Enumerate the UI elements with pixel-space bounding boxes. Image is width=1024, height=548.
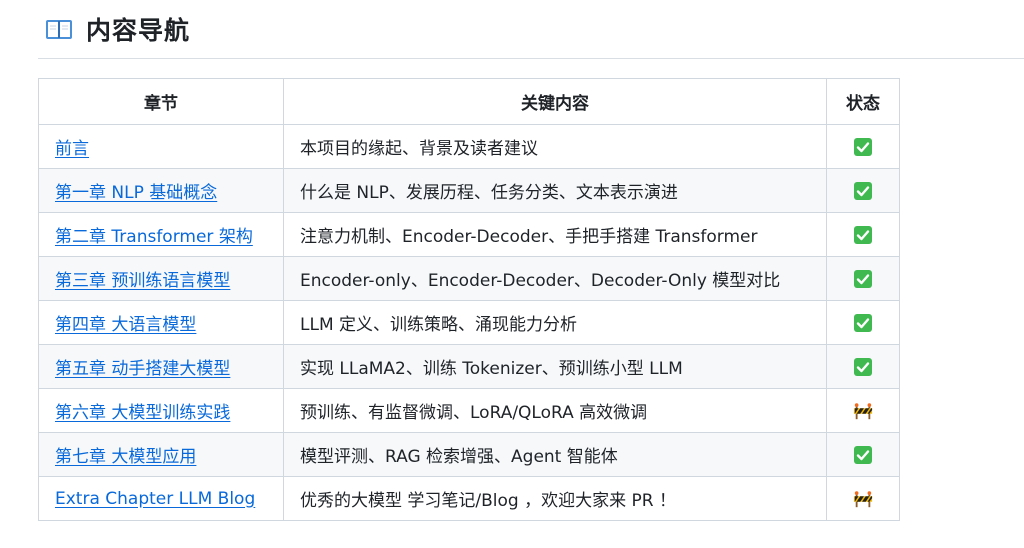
table-row: 第二章 Transformer 架构 注意力机制、Encoder-Decoder、… bbox=[38, 212, 900, 257]
open-book-icon bbox=[44, 14, 74, 44]
content-nav-table: 章节 关键内容 状态 前言 本项目的缘起、背景及读者建议第一章 NLP 基础概念 什… bbox=[38, 78, 900, 521]
check-mark-icon bbox=[853, 269, 873, 289]
chapter-link[interactable]: 第七章 大模型应用 bbox=[55, 447, 196, 467]
chapter-cell: 第二章 Transformer 架构 bbox=[38, 212, 284, 257]
check-mark-icon bbox=[853, 313, 873, 333]
chapter-cell: Extra Chapter LLM Blog bbox=[38, 476, 284, 521]
chapter-cell: 第一章 NLP 基础概念 bbox=[38, 168, 284, 213]
table-row: 前言 本项目的缘起、背景及读者建议 bbox=[38, 124, 900, 169]
chapter-cell: 第七章 大模型应用 bbox=[38, 432, 284, 477]
table-header-row: 章节 关键内容 状态 bbox=[38, 78, 900, 125]
chapter-cell: 第三章 预训练语言模型 bbox=[38, 256, 284, 301]
column-header-status: 状态 bbox=[826, 78, 900, 125]
chapter-cell: 第四章 大语言模型 bbox=[38, 300, 284, 345]
table-row: Extra Chapter LLM Blog 优秀的大模型 学习笔记/Blog ，… bbox=[38, 476, 900, 521]
chapter-cell: 前言 bbox=[38, 124, 284, 169]
key-content-cell: 优秀的大模型 学习笔记/Blog ，欢迎大家来 PR ！ bbox=[283, 476, 827, 521]
status-cell bbox=[826, 300, 900, 345]
chapter-cell: 第五章 动手搭建大模型 bbox=[38, 344, 284, 389]
section-heading: 内容导航 bbox=[38, 0, 1024, 59]
chapter-link[interactable]: 第三章 预训练语言模型 bbox=[55, 271, 230, 291]
chapter-cell: 第六章 大模型训练实践 bbox=[38, 388, 284, 433]
key-content-cell: 注意力机制、Encoder-Decoder、手把手搭建 Transformer bbox=[283, 212, 827, 257]
status-cell bbox=[826, 432, 900, 477]
chapter-link[interactable]: 第一章 NLP 基础概念 bbox=[55, 183, 217, 203]
chapter-link[interactable]: 第五章 动手搭建大模型 bbox=[55, 359, 230, 379]
chapter-link[interactable]: 第四章 大语言模型 bbox=[55, 315, 196, 335]
key-content-cell: 模型评测、RAG 检索增强、Agent 智能体 bbox=[283, 432, 827, 477]
status-cell bbox=[826, 388, 900, 433]
construction-barrier-icon bbox=[853, 489, 873, 509]
table-row: 第五章 动手搭建大模型 实现 LLaMA2、训练 Tokenizer、预训练小型 … bbox=[38, 344, 900, 389]
key-content-cell: 本项目的缘起、背景及读者建议 bbox=[283, 124, 827, 169]
key-content-cell: 预训练、有监督微调、LoRA/QLoRA 高效微调 bbox=[283, 388, 827, 433]
check-mark-icon bbox=[853, 137, 873, 157]
chapter-link[interactable]: 第六章 大模型训练实践 bbox=[55, 403, 230, 423]
chapter-link[interactable]: 前言 bbox=[55, 139, 89, 159]
page-title: 内容导航 bbox=[86, 16, 191, 45]
status-cell bbox=[826, 168, 900, 213]
check-mark-icon bbox=[853, 357, 873, 377]
status-cell bbox=[826, 124, 900, 169]
key-content-cell: 实现 LLaMA2、训练 Tokenizer、预训练小型 LLM bbox=[283, 344, 827, 389]
status-cell bbox=[826, 476, 900, 521]
key-content-cell: 什么是 NLP、发展历程、任务分类、文本表示演进 bbox=[283, 168, 827, 213]
table-row: 第六章 大模型训练实践 预训练、有监督微调、LoRA/QLoRA 高效微调 bbox=[38, 388, 900, 433]
check-mark-icon bbox=[853, 181, 873, 201]
status-cell bbox=[826, 344, 900, 389]
key-content-cell: LLM 定义、训练策略、涌现能力分析 bbox=[283, 300, 827, 345]
status-cell bbox=[826, 256, 900, 301]
key-content-cell: Encoder-only、Encoder-Decoder、Decoder-Onl… bbox=[283, 256, 827, 301]
check-mark-icon bbox=[853, 445, 873, 465]
column-header-chapter: 章节 bbox=[38, 78, 284, 125]
column-header-content: 关键内容 bbox=[283, 78, 827, 125]
check-mark-icon bbox=[853, 225, 873, 245]
table-row: 第七章 大模型应用 模型评测、RAG 检索增强、Agent 智能体 bbox=[38, 432, 900, 477]
construction-barrier-icon bbox=[853, 401, 873, 421]
chapter-link[interactable]: 第二章 Transformer 架构 bbox=[55, 227, 253, 247]
table-row: 第三章 预训练语言模型 Encoder-only、Encoder-Decoder、… bbox=[38, 256, 900, 301]
table-row: 第一章 NLP 基础概念 什么是 NLP、发展历程、任务分类、文本表示演进 bbox=[38, 168, 900, 213]
table-row: 第四章 大语言模型 LLM 定义、训练策略、涌现能力分析 bbox=[38, 300, 900, 345]
status-cell bbox=[826, 212, 900, 257]
chapter-link[interactable]: Extra Chapter LLM Blog bbox=[55, 489, 255, 509]
